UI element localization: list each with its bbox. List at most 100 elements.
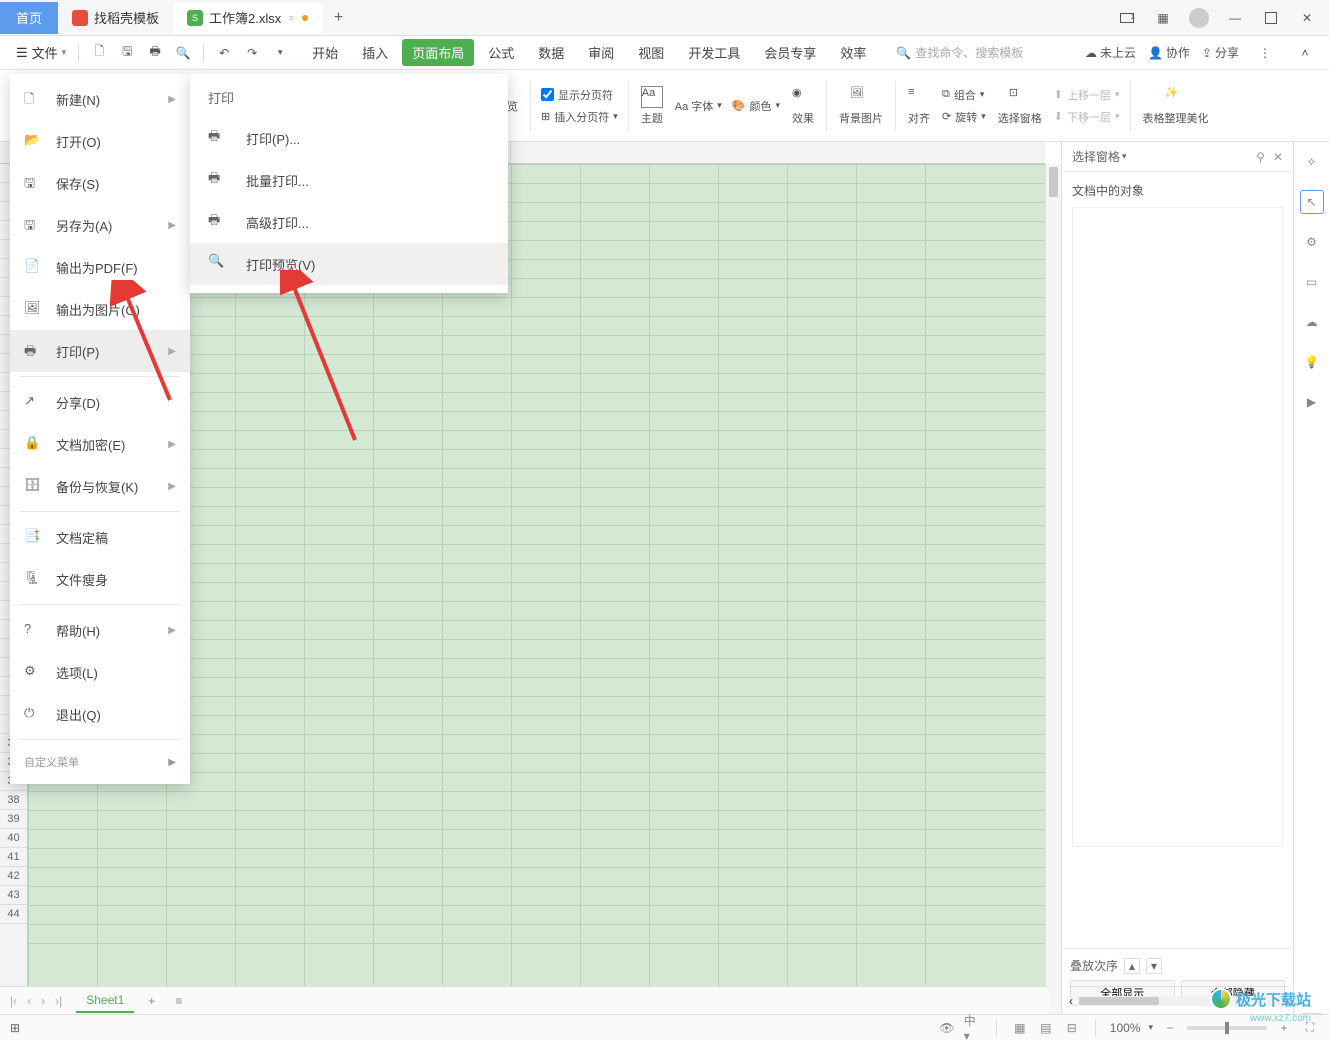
avatar-icon[interactable] [1185,4,1213,32]
zoom-in-button[interactable]: + [1275,1019,1293,1037]
zoom-out-button[interactable]: − [1161,1019,1179,1037]
sheet-tab[interactable]: Sheet1 [76,989,134,1013]
view-normal-icon[interactable]: ▦ [1011,1019,1029,1037]
sheet-nav-last[interactable]: ›| [53,994,64,1008]
tb-insert-pagination[interactable]: ⊞插入分页符▾ [541,107,618,127]
add-sheet-button[interactable]: + [142,994,161,1008]
row-header[interactable]: 44 [0,905,27,924]
sheet-nav-next[interactable]: › [39,994,47,1008]
file-menu-item[interactable]: 🖫保存(S) [10,162,190,204]
file-menu-item[interactable]: ?帮助(H)▶ [10,609,190,651]
scroll-left-icon[interactable]: ‹ [1069,994,1073,1008]
tab-template[interactable]: 找稻壳模板 [58,2,173,34]
file-menu-item[interactable]: 🖫另存为(A)▶ [10,204,190,246]
apps-icon[interactable]: ▦ [1149,4,1177,32]
qa-new-icon[interactable]: 🗋 [87,41,111,65]
ribbon-tab-pagelayout[interactable]: 页面布局 [402,39,474,66]
zoom-slider[interactable] [1187,1026,1267,1030]
maximize-button[interactable] [1257,4,1285,32]
qa-redo-icon[interactable]: ↷ [240,41,264,65]
view-page-icon[interactable]: ▤ [1037,1019,1055,1037]
file-menu-item[interactable]: ⚙选项(L) [10,651,190,693]
tb-up-layer[interactable]: ⬆上移一层▾ [1054,85,1120,105]
share-button[interactable]: ⇪分享 [1202,44,1239,61]
ribbon-tab-data[interactable]: 数据 [528,39,574,66]
tab-home[interactable]: 首页 [0,2,58,34]
command-search[interactable]: 🔍 查找命令、搜索模板 [896,44,1023,61]
tb-group-btn[interactable]: ⧉组合▾ [942,85,986,105]
move-up-icon[interactable]: ▴ [1124,958,1140,974]
file-menu-item[interactable]: 🖼输出为图片(G) [10,288,190,330]
vertical-scrollbar[interactable] [1045,164,1061,1014]
qa-save-icon[interactable]: 🖫 [115,41,139,65]
reading-mode-icon[interactable]: 👁 [938,1019,956,1037]
pin-icon[interactable]: ⚲ [1256,150,1265,164]
ribbon-tab-efficiency[interactable]: 效率 [830,39,876,66]
close-window-button[interactable]: ✕ [1293,4,1321,32]
row-header[interactable]: 42 [0,867,27,886]
row-header[interactable]: 38 [0,791,27,810]
file-menu-item[interactable]: 📂打开(O) [10,120,190,162]
tb-select-pane[interactable]: ⊡选择窗格 [992,74,1048,138]
adv-print-item[interactable]: 🖶高级打印... [190,201,508,243]
qa-print-icon[interactable]: 🖶 [143,41,167,65]
select-tool-icon[interactable]: ↖ [1300,190,1324,214]
sheet-nav-prev[interactable]: ‹ [25,994,33,1008]
more-icon[interactable]: ⋮ [1253,41,1277,65]
fullscreen-icon[interactable]: ⛶ [1301,1019,1319,1037]
file-menu-item[interactable]: 🗜文件瘦身 [10,558,190,600]
file-menu-item[interactable]: 🗋新建(N)▶ [10,78,190,120]
tab-add-button[interactable]: + [322,9,355,27]
scroll-thumb[interactable] [1049,167,1058,197]
cell-mode-icon[interactable]: ⊞ [10,1021,20,1035]
print-item[interactable]: 🖶打印(P)... [190,117,508,159]
minimize-button[interactable]: — [1221,4,1249,32]
sheet-nav-first[interactable]: |‹ [8,994,19,1008]
tb-align[interactable]: ≡对齐 [902,74,936,138]
idea-strip-icon[interactable]: 💡 [1300,350,1324,374]
ribbon-tab-dev[interactable]: 开发工具 [678,39,750,66]
cloud-strip-icon[interactable]: ☁ [1300,310,1324,334]
layout-toggle-icon[interactable]: 1 [1113,4,1141,32]
ribbon-tab-review[interactable]: 审阅 [578,39,624,66]
file-menu-item[interactable]: 🔒文档加密(E)▶ [10,423,190,465]
tab-dup-icon[interactable]: ▫ [289,10,294,25]
tb-theme[interactable]: Aa主题 [635,74,669,138]
cloud-status[interactable]: ☁未上云 [1085,44,1136,61]
close-panel-icon[interactable]: ✕ [1273,150,1283,164]
zoom-dropdown-icon[interactable]: ▾ [1148,1022,1153,1033]
tab-document[interactable]: S 工作簿2.xlsx ▫ [173,2,322,34]
ribbon-tab-formula[interactable]: 公式 [478,39,524,66]
tb-show-pagination[interactable]: 显示分页符 [541,85,618,105]
file-menu-item[interactable]: 📑文档定稿 [10,516,190,558]
row-header[interactable]: 39 [0,810,27,829]
print-preview-item[interactable]: 🔍打印预览(V) [190,243,508,285]
file-menu-item[interactable]: ↗分享(D) [10,381,190,423]
present-strip-icon[interactable]: ▶ [1300,390,1324,414]
tb-down-layer[interactable]: ⬇下移一层▾ [1054,107,1120,127]
horizontal-scrollbar[interactable]: ‹ › [1069,986,1289,1014]
scroll-right-icon[interactable]: › [1285,994,1289,1008]
qa-undo-icon[interactable]: ↶ [212,41,236,65]
row-header[interactable]: 41 [0,848,27,867]
file-menu-button[interactable]: ☰ 文件 ▾ [10,41,72,64]
layout-strip-icon[interactable]: ▭ [1300,270,1324,294]
view-break-icon[interactable]: ⊟ [1063,1019,1081,1037]
custom-menu-item[interactable]: 自定义菜单▶ [10,744,190,780]
sheet-list-button[interactable]: ≡ [169,994,188,1008]
settings-strip-icon[interactable]: ⚙ [1300,230,1324,254]
assistant-icon[interactable]: ✧ [1300,150,1324,174]
qa-preview-icon[interactable]: 🔍 [171,41,195,65]
chevron-down-icon[interactable]: ▾ [1122,151,1127,162]
row-header[interactable]: 40 [0,829,27,848]
ime-icon[interactable]: 中 ▾ [964,1019,982,1037]
ribbon-tab-insert[interactable]: 插入 [352,39,398,66]
ribbon-tab-vip[interactable]: 会员专享 [754,39,826,66]
tb-color[interactable]: 🎨颜色▾ [732,96,780,116]
hscroll-thumb[interactable] [1079,997,1159,1005]
tb-table-format[interactable]: ✨表格整理美化 [1137,74,1215,138]
collab-button[interactable]: 👤协作 [1148,44,1190,61]
ribbon-tab-start[interactable]: 开始 [302,39,348,66]
batch-print-item[interactable]: 🖶批量打印... [190,159,508,201]
ribbon-tab-view[interactable]: 视图 [628,39,674,66]
